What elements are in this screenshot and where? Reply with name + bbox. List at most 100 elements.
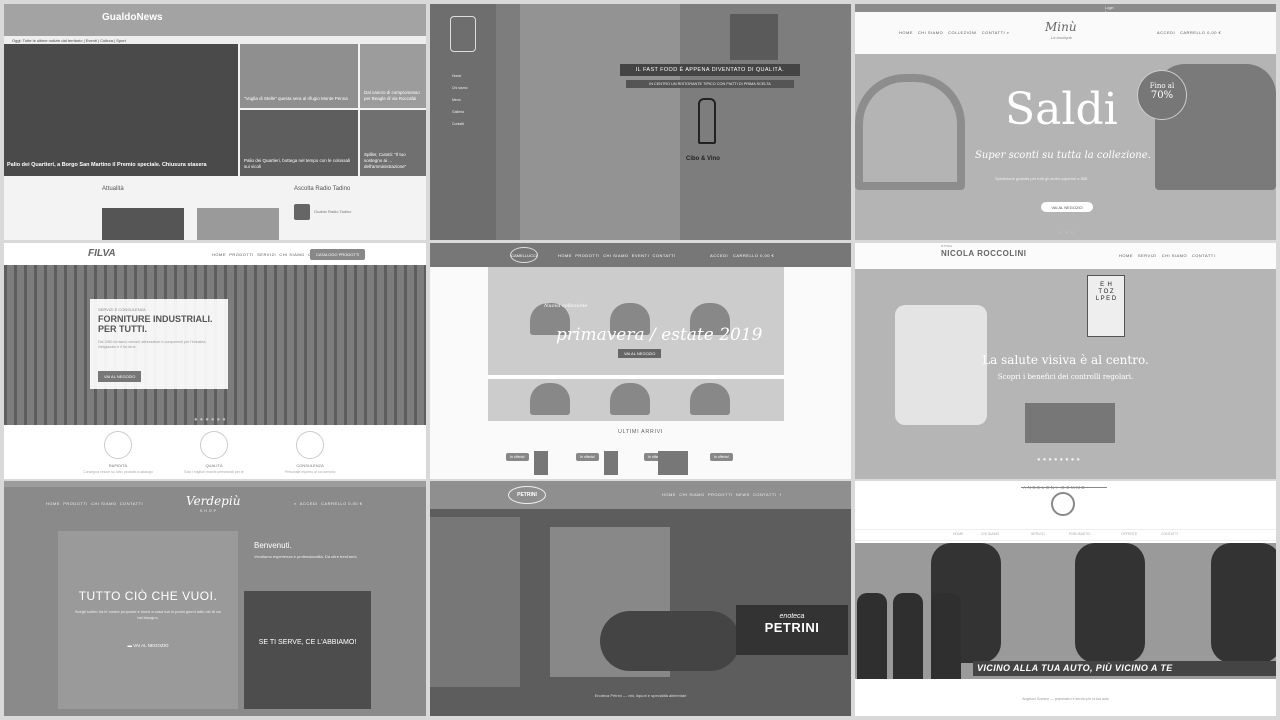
- nav-item-home[interactable]: HOME: [953, 532, 964, 536]
- site-logo[interactable]: CAMELLUCCI: [510, 247, 538, 263]
- product-image[interactable]: [604, 451, 618, 475]
- top-bar: [4, 481, 426, 487]
- story-caption[interactable]: Spiller, Cutotti: "Il tuo sostegno ai ..…: [364, 152, 424, 170]
- cart-link[interactable]: CARRELLO 0,00 €: [321, 501, 362, 506]
- nav-item-services[interactable]: SERVIZI: [257, 252, 276, 257]
- site-logo[interactable]: Minù: [1045, 20, 1077, 34]
- nav-item-products[interactable]: PRODOTTI: [575, 253, 600, 258]
- cart-link[interactable]: CARRELLO 0,00 €: [733, 253, 774, 258]
- nav-item-home[interactable]: HOME: [1119, 253, 1133, 258]
- main-story[interactable]: Palio dei Quartieri, a Borgo San Martino…: [4, 44, 238, 176]
- story-caption[interactable]: Dal cancro di compromesso per Beagle di …: [364, 90, 424, 102]
- feature-title: CONSULENZA: [296, 463, 324, 468]
- slider-dots[interactable]: ●●●: [1059, 230, 1076, 236]
- nav-item-contacts[interactable]: CONTATTI: [1161, 532, 1178, 536]
- site-logo[interactable]: PETRINI: [508, 486, 546, 504]
- search-icon[interactable]: ⌕: [294, 501, 297, 506]
- nav-item-events[interactable]: EVENTI: [632, 253, 649, 258]
- login-link[interactable]: ACCEDI: [1157, 30, 1175, 35]
- nav-item-home[interactable]: HOME: [558, 253, 572, 258]
- site-logo[interactable]: GualdoNews: [102, 12, 163, 23]
- site-logo[interactable]: [1021, 487, 1107, 516]
- nav-item-services[interactable]: SERVIZI: [1031, 532, 1045, 536]
- story-caption[interactable]: Palio dei Quartieri, bottega nel tempo c…: [244, 158, 356, 170]
- sale-tag: In offerta!: [506, 453, 529, 461]
- card-title: Benvenuti.: [254, 541, 292, 550]
- login-link[interactable]: ACCEDI: [300, 501, 318, 506]
- nav-item-about[interactable]: CHI SIAMO: [91, 501, 116, 506]
- tile-camellucci[interactable]: CAMELLUCCI HOME PRODOTTI CHI SIAMO EVENT…: [430, 243, 851, 479]
- shop-button[interactable]: VAI AL NEGOZIO: [618, 349, 662, 358]
- login-link[interactable]: ACCEDI: [710, 253, 728, 258]
- nav-item-about[interactable]: CHI SIAMO: [279, 252, 304, 257]
- nav-item-contacts[interactable]: Contatti: [452, 118, 468, 130]
- nav-item-services[interactable]: SERVIZI: [1138, 253, 1157, 258]
- nav-item-home[interactable]: Home: [452, 70, 468, 82]
- tile-verdepiu[interactable]: HOME PRODOTTI CHI SIAMO CONTATTI Verdepi…: [4, 481, 426, 716]
- tyre-image: [1211, 543, 1276, 663]
- nav-item-about[interactable]: CHI SIAMO: [981, 532, 999, 536]
- catalog-button[interactable]: CATALOGO PRODOTTI: [310, 249, 366, 260]
- nav-item-about[interactable]: CHI SIAMO: [918, 30, 943, 35]
- story-card[interactable]: Spiller, Cutotti: "Il tuo sostegno ai ..…: [360, 110, 426, 176]
- tile-mini-boutique[interactable]: Login | Per info chiama il numero | Priv…: [855, 4, 1276, 240]
- tile-petrini[interactable]: PETRINI HOME CHI SIAMO PRODOTTI NEWS CON…: [430, 481, 851, 716]
- product-image[interactable]: [534, 451, 548, 475]
- nav-item-about[interactable]: CHI SIAMO: [679, 492, 704, 497]
- nav-item-contacts[interactable]: CONTATTI: [753, 492, 776, 497]
- nav-item-collections[interactable]: COLLEZIONI: [948, 30, 977, 35]
- product-image[interactable]: [658, 451, 688, 475]
- tile-angeloni[interactable]: ANGELONI GOMME HOME CHI SIAMO SERVIZI PN…: [855, 481, 1276, 716]
- products-card[interactable]: SE TI SERVE, CE L'ABBIAMO!: [244, 591, 371, 709]
- main-story-caption[interactable]: Palio dei Quartieri, a Borgo San Martino…: [7, 162, 207, 168]
- slider-dots[interactable]: ●●●●●●: [194, 417, 228, 423]
- radio-label[interactable]: Gualdo Radio Tadino: [314, 209, 351, 214]
- story-card[interactable]: Dal cancro di compromesso per Beagle di …: [360, 44, 426, 108]
- tile-roccolini[interactable]: OTTICA NICOLA ROCCOLINI HOME SERVIZI CHI…: [855, 243, 1276, 479]
- nav-item-products[interactable]: PRODOTTI: [229, 252, 254, 257]
- tile-gualdo-news[interactable]: GualdoNews Oggi: Tutte le ultime notizie…: [4, 4, 426, 240]
- shop-button[interactable]: VAI AL NEGOZIO: [1041, 202, 1093, 212]
- cart-link[interactable]: CARRELLO 0,00 €: [1180, 30, 1221, 35]
- site-logo[interactable]: FILVA: [88, 248, 116, 259]
- shop-link-label[interactable]: VAI AL NEGOZIO: [133, 643, 168, 648]
- site-logo[interactable]: [450, 16, 476, 52]
- tile-filva[interactable]: FILVA HOME PRODOTTI SERVIZI CHI SIAMO CO…: [4, 243, 426, 479]
- story-caption[interactable]: "Voglia di Stelle" questa sera al rifugi…: [244, 96, 356, 102]
- nav-item-news[interactable]: NEWS: [736, 492, 750, 497]
- hero-title: Saldi: [1005, 84, 1118, 135]
- nav-item-products[interactable]: PRODOTTI: [708, 492, 733, 497]
- tile-fast-food[interactable]: Home Chi siamo Menù Galleria Contatti IL…: [430, 4, 851, 240]
- nav-item-home[interactable]: HOME: [899, 30, 913, 35]
- nav-item-about[interactable]: CHI SIAMO: [1162, 253, 1187, 258]
- social-icon[interactable]: f: [780, 492, 782, 497]
- shop-button[interactable]: VAI AL NEGOZIO: [98, 371, 142, 382]
- nav-item-home[interactable]: HOME: [212, 252, 226, 257]
- nav-item-offers[interactable]: OFFERTE: [1121, 532, 1137, 536]
- nav-item-contacts[interactable]: CONTATTI: [1192, 253, 1215, 258]
- news-image[interactable]: [102, 208, 184, 240]
- story-card[interactable]: Palio dei Quartieri, bottega nel tempo c…: [240, 110, 358, 176]
- nav-item-contacts[interactable]: CONTATTI: [652, 253, 675, 258]
- card-text: SE TI SERVE, CE L'ABBIAMO!: [258, 639, 357, 646]
- nav-item-about[interactable]: Chi siamo: [452, 82, 468, 94]
- search-icon[interactable]: ⌕: [1007, 30, 1010, 35]
- news-image[interactable]: [197, 208, 279, 240]
- nav-item-gallery[interactable]: Galleria: [452, 106, 468, 118]
- nav-item-home[interactable]: HOME: [46, 501, 60, 506]
- site-logo[interactable]: NICOLA ROCCOLINI: [941, 249, 1026, 258]
- nav-item-about[interactable]: CHI SIAMO: [603, 253, 628, 258]
- slider-dots[interactable]: ●●●●●●●●: [1037, 457, 1082, 463]
- nav-item-home[interactable]: HOME: [662, 492, 676, 497]
- nav-item-tyres[interactable]: PNEUMATICI: [1069, 532, 1090, 536]
- footer-text: Angeloni Gomme — pneumatici e servizi pe…: [1022, 697, 1109, 701]
- news-ticker[interactable]: Oggi: Tutte le ultime notizie dal territ…: [4, 36, 426, 44]
- nav-item-contacts[interactable]: CONTATTI: [120, 501, 143, 506]
- radio-logo[interactable]: [294, 204, 310, 220]
- story-card[interactable]: "Voglia di Stelle" questa sera al rifugi…: [240, 44, 358, 108]
- nav-item-contacts[interactable]: CONTATTI: [982, 30, 1005, 35]
- site-logo[interactable]: Verdepiù: [186, 494, 240, 508]
- nav-item-products[interactable]: PRODOTTI: [63, 501, 88, 506]
- shop-link[interactable]: ▬ VAI AL NEGOZIO: [58, 643, 238, 648]
- nav-item-menu[interactable]: Menù: [452, 94, 468, 106]
